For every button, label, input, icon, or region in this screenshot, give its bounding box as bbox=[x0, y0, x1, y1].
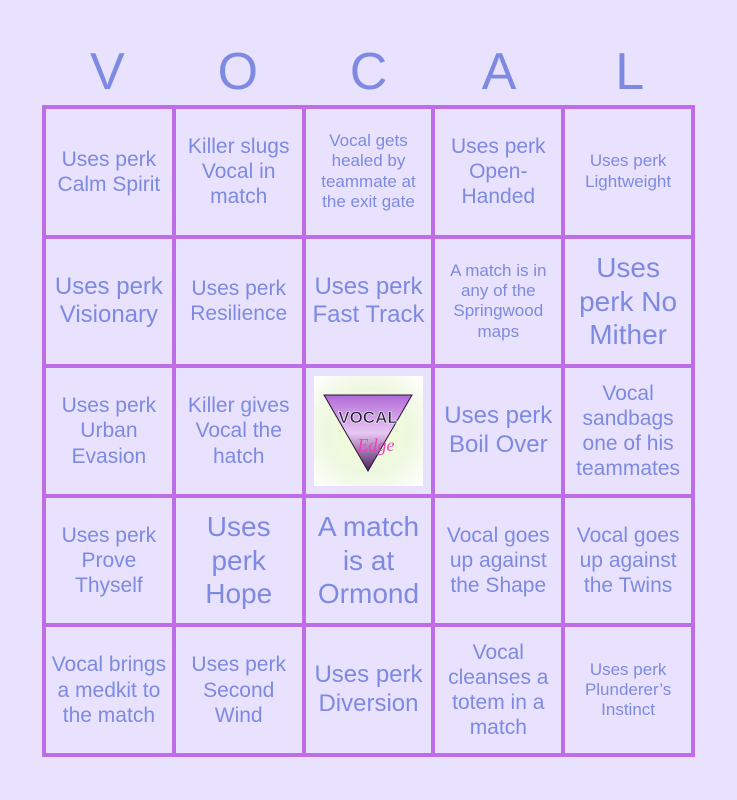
bingo-cell-text: Uses perk Calm Spirit bbox=[57, 147, 161, 196]
bingo-cell[interactable]: Vocal sandbags one of his teammates bbox=[565, 368, 691, 494]
bingo-cell[interactable]: A match is at Ormond bbox=[305, 497, 432, 624]
bingo-cell[interactable]: Vocal goes up against the Shape bbox=[435, 497, 562, 624]
bingo-cell-text: Uses perk Boil Over bbox=[444, 402, 553, 458]
bingo-cell[interactable]: Vocal gets healed by teammate at the exi… bbox=[305, 109, 432, 235]
bingo-cell[interactable]: Uses perk Urban Evasion bbox=[46, 368, 172, 494]
bingo-cell-text: Uses perk Diversion bbox=[314, 661, 423, 718]
bingo-cell[interactable]: Uses perk Prove Thyself bbox=[46, 497, 172, 624]
header-letter-v: V bbox=[89, 43, 125, 101]
bingo-cell-text: Vocal goes up against the Twins bbox=[576, 523, 680, 598]
bingo-cell-text: Killer gives Vocal the hatch bbox=[187, 394, 290, 468]
bingo-cell-text: Uses perk Urban Evasion bbox=[61, 394, 157, 468]
bingo-cell-text: A match is in any of the Springwood maps bbox=[450, 260, 547, 341]
bingo-cell-text: Uses perk Visionary bbox=[54, 272, 163, 329]
bingo-cell[interactable]: Uses perk Calm Spirit bbox=[46, 109, 172, 235]
bingo-cell[interactable]: Uses perk Visionary bbox=[46, 238, 172, 365]
bingo-cell[interactable]: A match is in any of the Springwood maps bbox=[435, 238, 562, 365]
bingo-cell-text: Vocal sandbags one of his teammates bbox=[576, 381, 681, 481]
bingo-cell-text: Vocal gets healed by teammate at the exi… bbox=[321, 131, 416, 212]
bingo-cell-text: Uses perk Plunderer’s Instinct bbox=[584, 659, 672, 720]
bingo-cell-text: Killer slugs Vocal in match bbox=[187, 135, 290, 209]
bingo-cell[interactable]: Killer gives Vocal the hatch bbox=[175, 368, 302, 494]
header-letter-a: A bbox=[481, 43, 517, 101]
bingo-cell[interactable]: Uses perk Boil Over bbox=[435, 368, 562, 494]
bingo-cell-free-space[interactable]: VOCAL Edge bbox=[305, 368, 432, 494]
header-letter-c: C bbox=[349, 43, 388, 101]
bingo-cell[interactable]: Killer slugs Vocal in match bbox=[175, 109, 302, 235]
bingo-cell[interactable]: Uses perk Open-Handed bbox=[435, 109, 562, 235]
bingo-cell-text: Vocal cleanses a totem in a match bbox=[448, 640, 549, 740]
bingo-cell-text: Uses perk Resilience bbox=[190, 277, 288, 326]
vocal-edge-logo-icon: VOCAL Edge bbox=[323, 394, 414, 472]
bingo-cell[interactable]: Uses perk Second Wind bbox=[175, 627, 302, 753]
bingo-cell-text: Vocal brings a medkit to the match bbox=[51, 653, 167, 727]
bingo-header: V O C A L bbox=[42, 40, 695, 105]
bingo-cell[interactable]: Uses perk Resilience bbox=[175, 238, 302, 365]
logo-text: VOCAL bbox=[339, 408, 399, 427]
bingo-cell[interactable]: Uses perk No Mither bbox=[565, 238, 691, 365]
logo-subtext: Edge bbox=[357, 435, 395, 455]
header-letter-l: L bbox=[615, 43, 645, 101]
bingo-cell[interactable]: Uses perk Lightweight bbox=[565, 109, 691, 235]
bingo-cell-text: Uses perk Hope bbox=[205, 511, 273, 610]
bingo-cell-text: A match is at Ormond bbox=[317, 511, 420, 610]
bingo-cell[interactable]: Vocal brings a medkit to the match bbox=[46, 627, 172, 753]
bingo-cell[interactable]: Uses perk Plunderer’s Instinct bbox=[565, 627, 691, 753]
bingo-cell[interactable]: Uses perk Hope bbox=[175, 497, 302, 624]
bingo-grid: Uses perk Calm Spirit Killer slugs Vocal … bbox=[42, 105, 695, 757]
bingo-cell-text: Uses perk Prove Thyself bbox=[61, 523, 157, 598]
bingo-cell-text: Uses perk Open-Handed bbox=[451, 135, 546, 209]
header-letter-o: O bbox=[217, 43, 259, 101]
bingo-cell-text: Vocal goes up against the Shape bbox=[446, 523, 550, 598]
bingo-cell-text: Uses perk Lightweight bbox=[585, 151, 672, 191]
bingo-cell[interactable]: Vocal cleanses a totem in a match bbox=[435, 627, 562, 753]
bingo-cell-text: Uses perk No Mither bbox=[579, 252, 678, 351]
bingo-cell-text: Uses perk Second Wind bbox=[191, 653, 286, 727]
bingo-cell[interactable]: Uses perk Fast Track bbox=[305, 238, 432, 365]
bingo-cell-text: Uses perk Fast Track bbox=[312, 272, 425, 329]
bingo-cell[interactable]: Vocal goes up against the Twins bbox=[565, 497, 691, 624]
bingo-cell[interactable]: Uses perk Diversion bbox=[305, 627, 432, 753]
vocal-edge-logo: VOCAL Edge bbox=[313, 376, 424, 486]
